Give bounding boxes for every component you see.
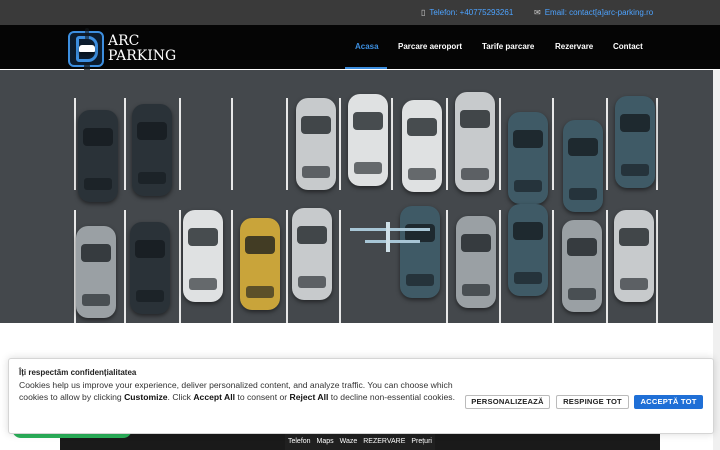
envelope-icon: ✉ (534, 8, 541, 17)
parked-car (400, 206, 440, 298)
parked-car (614, 210, 654, 302)
parked-car (183, 210, 223, 302)
phone-text: Telefon: +40775293261 (429, 8, 514, 17)
quick-actions-bar: Telefon Maps Waze REZERVARE Prețuri (285, 432, 435, 450)
logo-line1: ARC (108, 33, 140, 49)
quick-action-preturi[interactable]: Prețuri (411, 438, 432, 445)
quick-action-maps[interactable]: Maps (317, 438, 334, 445)
parked-car (78, 110, 118, 202)
parked-car (455, 92, 495, 192)
quick-action-waze[interactable]: Waze (340, 438, 358, 445)
quick-action-rezervare[interactable]: REZERVARE (363, 438, 405, 445)
phone-icon: ▯ (421, 8, 426, 17)
logo-wordmark: ARC PARKING (108, 34, 176, 64)
parked-car (240, 218, 280, 310)
nav-acasa[interactable]: Acasa (355, 25, 379, 69)
cookie-text: to decline non-essential cookies. (328, 392, 455, 402)
nav-active-indicator (345, 67, 387, 69)
logo-line2: PARKING (108, 48, 177, 64)
parked-car (130, 222, 170, 314)
parked-car (508, 112, 548, 204)
site-logo[interactable]: ARC PARKING (68, 28, 178, 81)
email-link[interactable]: ✉ Email: contact[a]arc-parking.ro (534, 0, 653, 25)
cookie-text: to consent or (235, 392, 290, 402)
cookie-text: . Click (167, 392, 194, 402)
parked-car (508, 204, 548, 296)
parked-car (348, 94, 388, 186)
parked-car (615, 96, 655, 188)
hero-parking-image (0, 70, 713, 323)
cookie-text-customize: Customize (124, 392, 168, 402)
cookie-text-accept: Accept All (193, 392, 236, 402)
parking-logo-icon (68, 28, 104, 81)
page-scrollbar[interactable] (713, 70, 720, 450)
parked-car (292, 208, 332, 300)
phone-link[interactable]: ▯ Telefon: +40775293261 (421, 0, 513, 25)
parked-car (132, 104, 172, 196)
customize-button[interactable]: PERSONALIZEAZĂ (465, 395, 550, 409)
reject-all-button[interactable]: RESPINGE TOT (556, 395, 629, 409)
parked-car (296, 98, 336, 190)
cookie-description: Cookies help us improve your experience,… (19, 379, 459, 403)
nav-tarife-parcare[interactable]: Tarife parcare (482, 25, 534, 69)
nav-contact[interactable]: Contact (613, 25, 643, 69)
nav-rezervare[interactable]: Rezervare (555, 25, 593, 69)
top-info-bar: ▯ Telefon: +40775293261 ✉ Email: contact… (0, 0, 720, 25)
cookie-text-reject: Reject All (289, 392, 329, 402)
parked-car (563, 120, 603, 212)
nav-parcare-aeroport[interactable]: Parcare aeroport (398, 25, 462, 69)
parking-barrier-icon (350, 222, 430, 252)
accept-all-button[interactable]: ACCEPTĂ TOT (634, 395, 703, 409)
parked-car (456, 216, 496, 308)
cookie-consent-banner: Îți respectăm confidențialitatea Cookies… (8, 358, 714, 434)
quick-action-telefon[interactable]: Telefon (288, 438, 311, 445)
parked-car (562, 220, 602, 312)
cookie-title: Îți respectăm confidențialitatea (19, 368, 137, 377)
parked-car (402, 100, 442, 192)
parked-car (76, 226, 116, 318)
email-text: Email: contact[a]arc-parking.ro (544, 8, 654, 17)
